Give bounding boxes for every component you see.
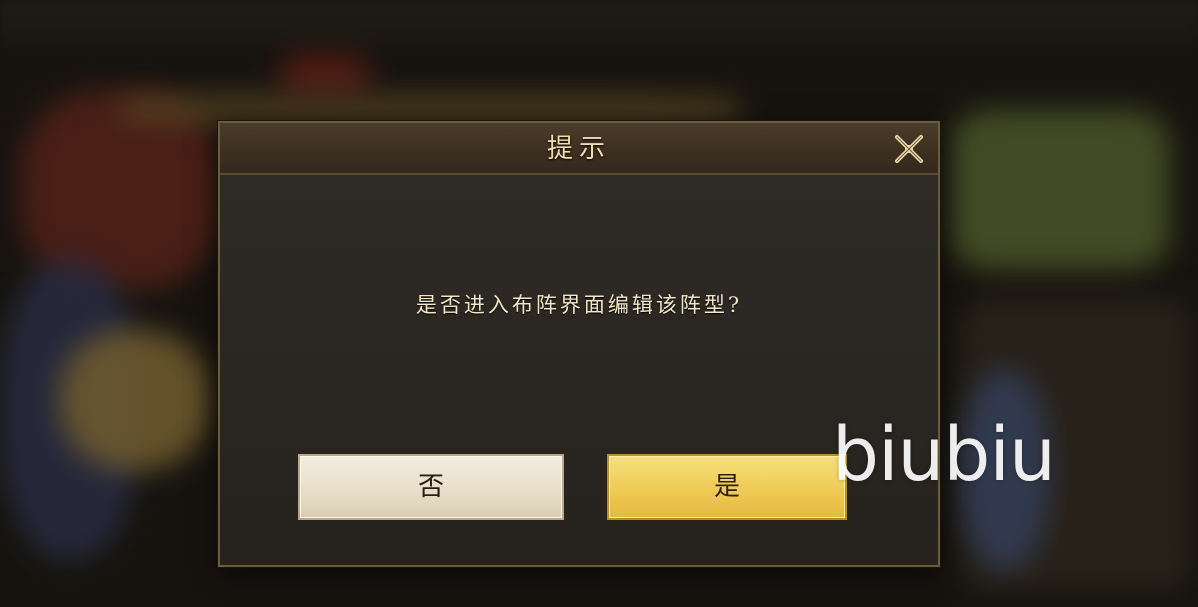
dialog-message: 是否进入布阵界面编辑该阵型? <box>415 293 743 317</box>
game-screen: 提示 是否进入布阵界面编辑该阵型? 否 是 biubiu <box>0 0 1198 607</box>
dialog-title: 提示 <box>546 134 611 164</box>
yes-button[interactable]: 是 <box>607 454 847 520</box>
no-button[interactable]: 否 <box>298 454 564 520</box>
confirm-dialog: 提示 是否进入布阵界面编辑该阵型? 否 是 <box>218 121 940 567</box>
close-x-icon <box>895 135 923 163</box>
close-button[interactable] <box>892 132 926 166</box>
watermark-logo: biubiu <box>832 412 1056 498</box>
